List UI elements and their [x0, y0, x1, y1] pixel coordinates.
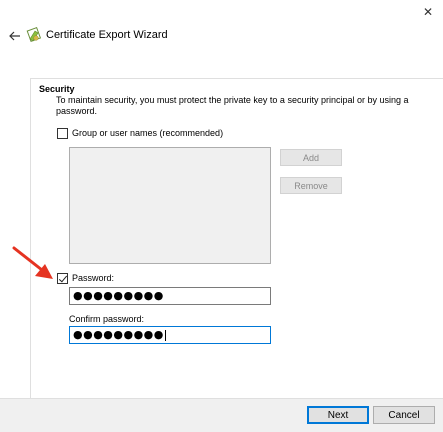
- group-or-user-names-option[interactable]: Group or user names (recommended): [57, 127, 223, 139]
- add-button[interactable]: Add: [280, 149, 342, 166]
- password-checkbox[interactable]: [57, 272, 68, 284]
- back-arrow-icon: [9, 31, 20, 41]
- section-description: To maintain security, you must protect t…: [56, 95, 409, 116]
- password-value: ●●●●●●●●●: [73, 289, 164, 302]
- group-user-list: [69, 147, 271, 264]
- close-icon: ✕: [422, 5, 434, 19]
- text-caret: [164, 329, 166, 341]
- confirm-password-value: ●●●●●●●●●: [73, 328, 164, 341]
- close-button[interactable]: ✕: [413, 0, 443, 24]
- group-or-user-names-checkbox[interactable]: [57, 127, 68, 139]
- section-heading: Security: [39, 84, 75, 94]
- confirm-password-label: Confirm password:: [69, 314, 145, 324]
- certificate-icon: [26, 27, 42, 43]
- cancel-button[interactable]: Cancel: [373, 406, 435, 424]
- next-button[interactable]: Next: [307, 406, 369, 424]
- password-option[interactable]: Password:: [57, 272, 114, 284]
- confirm-password-input[interactable]: ●●●●●●●●●: [69, 326, 271, 344]
- password-input[interactable]: ●●●●●●●●●: [69, 287, 271, 305]
- group-or-user-names-label: Group or user names (recommended): [72, 128, 224, 138]
- wizard-title: Certificate Export Wizard: [46, 29, 168, 41]
- remove-button[interactable]: Remove: [280, 177, 342, 194]
- password-label: Password:: [72, 273, 115, 283]
- back-button[interactable]: [5, 27, 25, 45]
